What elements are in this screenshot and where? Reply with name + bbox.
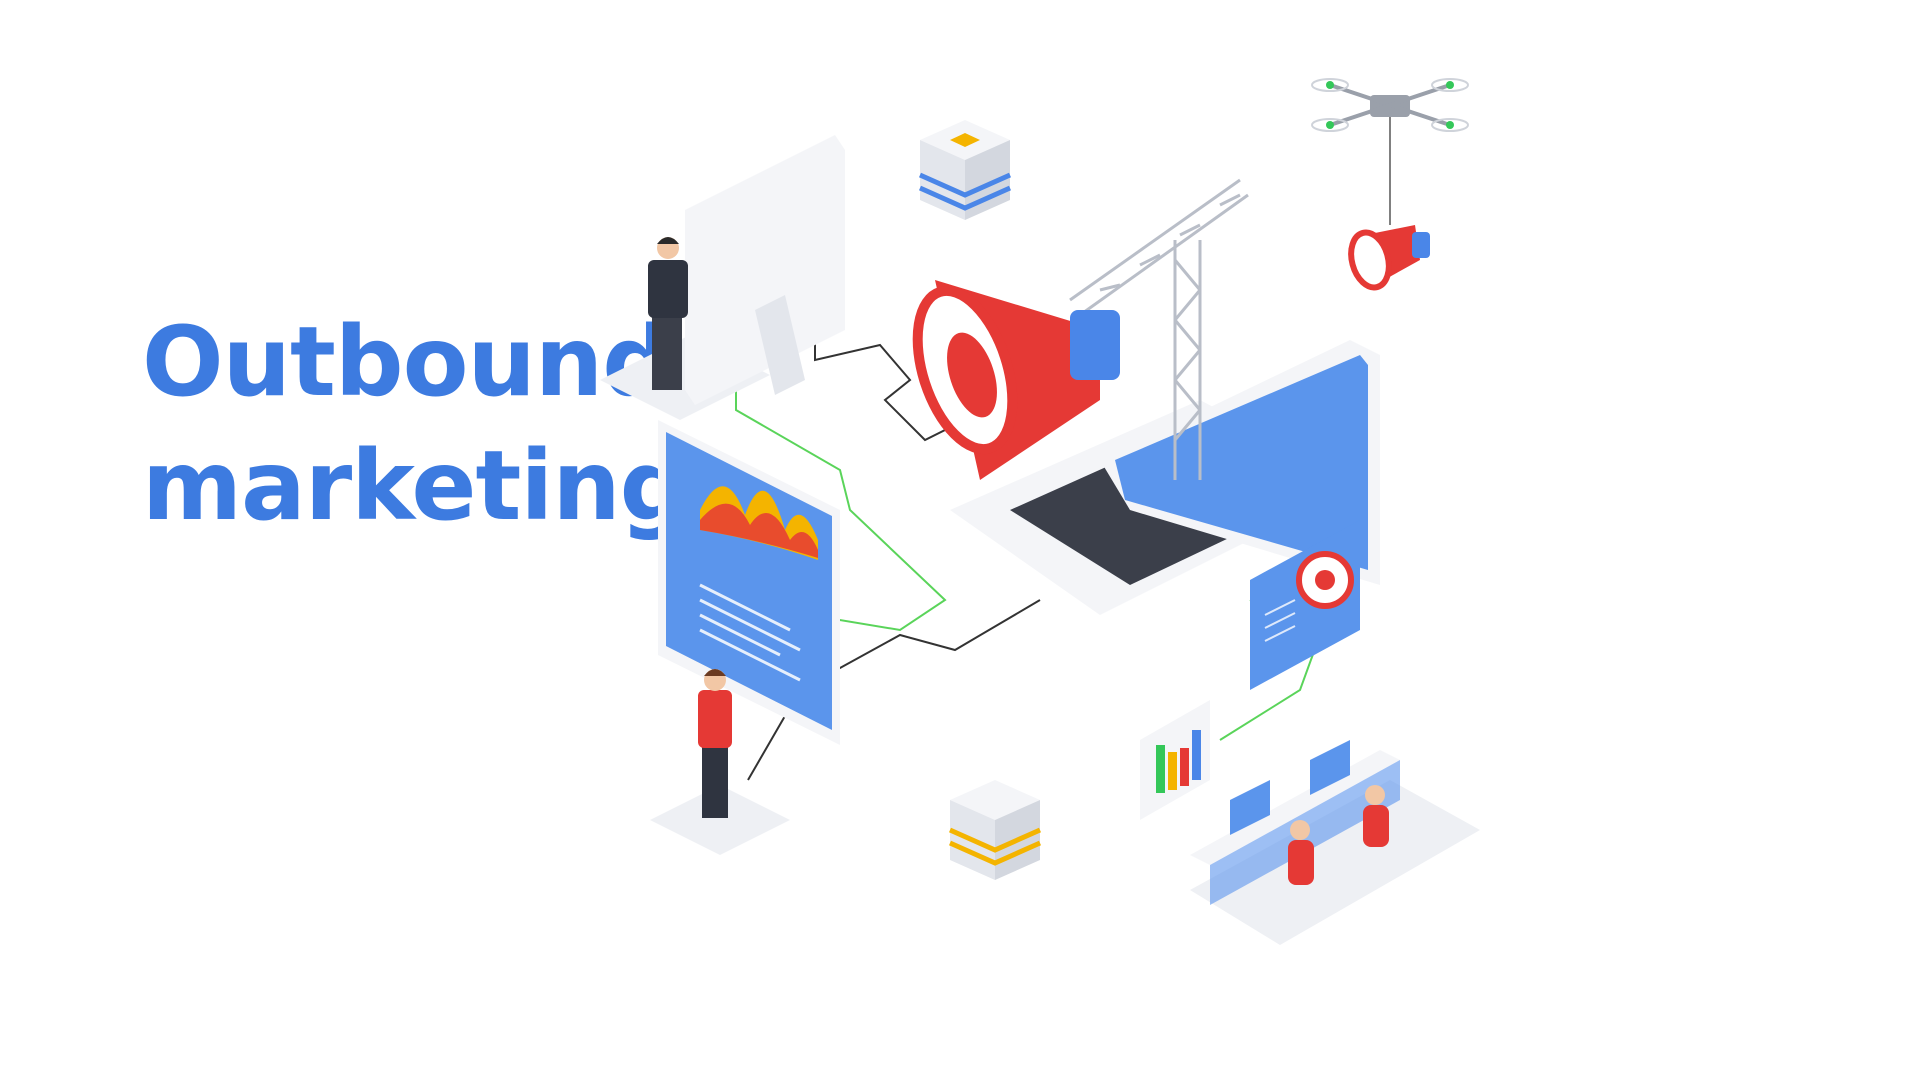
analyst-legs [702, 740, 728, 818]
isometric-illustration [600, 78, 1480, 945]
bar-red [1180, 748, 1189, 786]
desktop-monitor [600, 135, 845, 420]
page: Outbound marketing [0, 0, 1920, 1080]
bar-yellow [1168, 752, 1177, 790]
team-desk [1190, 740, 1480, 945]
analyst-vest [698, 690, 732, 748]
megaphone-handle [1070, 310, 1120, 380]
team-member-1-body [1288, 840, 1314, 885]
data-cube-blue [918, 120, 1012, 220]
bar-green [1156, 745, 1165, 793]
presenter-body [648, 260, 688, 318]
bar-chart-panel [1140, 700, 1210, 820]
team-member-1-head [1290, 820, 1310, 840]
analytics-screen-display [666, 432, 832, 730]
bar-blue [1192, 730, 1201, 780]
presenter-hair [657, 237, 679, 244]
data-cube-yellow [948, 780, 1042, 880]
monitor-screen-back [685, 135, 845, 405]
drone [1311, 78, 1469, 291]
analytics-screen [658, 420, 840, 745]
presenter-man [648, 237, 688, 390]
team-member-2-body [1363, 805, 1389, 847]
team-member-2-head [1365, 785, 1385, 805]
target-icon-inner [1315, 570, 1335, 590]
presenter-legs [652, 310, 682, 390]
